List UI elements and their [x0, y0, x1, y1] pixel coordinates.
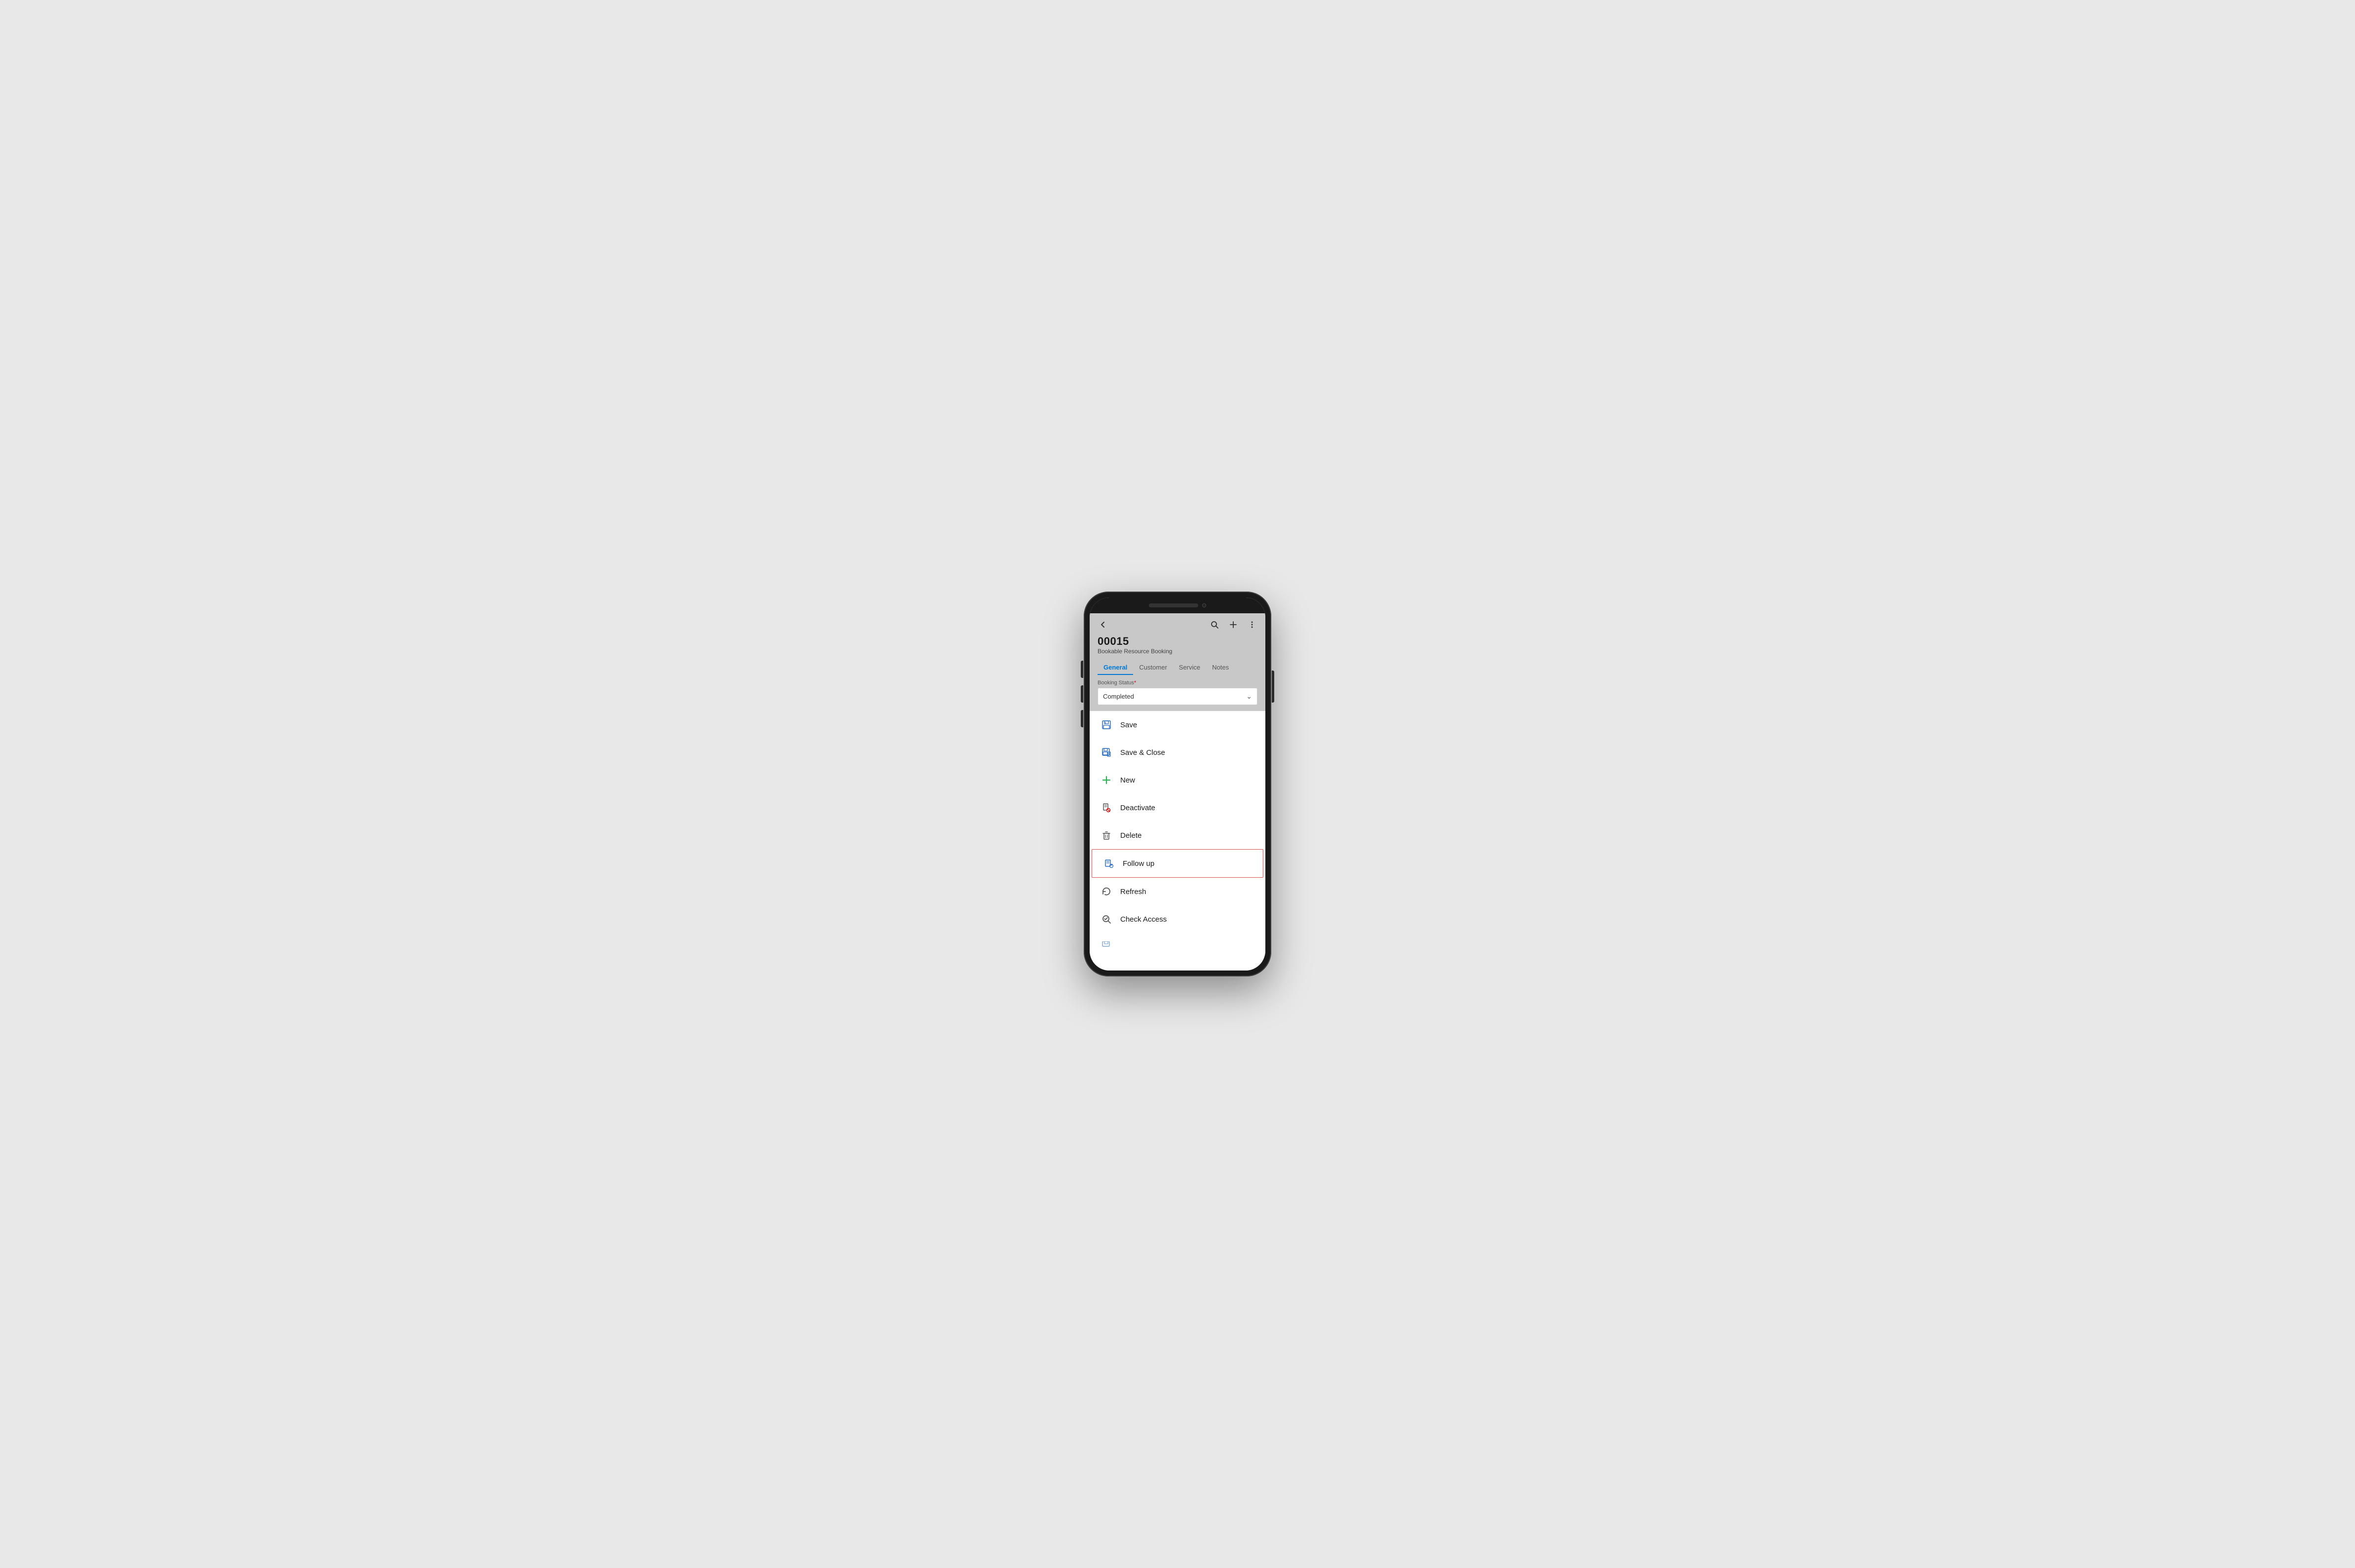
notch-bar — [1149, 603, 1198, 607]
tab-customer[interactable]: Customer — [1133, 660, 1173, 675]
booking-area: Booking Status* Completed ⌄ — [1090, 675, 1265, 711]
booking-status-value: Completed — [1103, 693, 1134, 700]
add-button[interactable] — [1228, 619, 1239, 630]
search-icon — [1210, 620, 1219, 629]
phone-device: 00015 Bookable Resource Booking General … — [1084, 592, 1271, 976]
refresh-label: Refresh — [1120, 888, 1146, 896]
more-icon — [1248, 620, 1256, 629]
back-button[interactable] — [1098, 619, 1108, 630]
save-icon — [1100, 718, 1113, 732]
notch-camera — [1202, 603, 1206, 607]
follow-up-icon — [1102, 857, 1116, 870]
tabs: General Customer Service Notes — [1098, 660, 1257, 675]
required-indicator: * — [1134, 680, 1136, 686]
refresh-icon — [1100, 885, 1113, 898]
phone-notch — [1090, 597, 1265, 613]
refresh-menu-item[interactable]: Refresh — [1090, 878, 1265, 905]
new-icon — [1100, 773, 1113, 787]
check-access-label: Check Access — [1120, 915, 1167, 924]
save-close-menu-item[interactable]: 1 Save & Close — [1090, 739, 1265, 766]
back-icon — [1099, 620, 1107, 629]
record-type: Bookable Resource Booking — [1098, 648, 1257, 655]
tab-service[interactable]: Service — [1173, 660, 1206, 675]
save-close-label: Save & Close — [1120, 748, 1165, 757]
plus-icon — [1229, 620, 1238, 629]
delete-icon — [1100, 828, 1113, 842]
svg-text:1: 1 — [1108, 753, 1110, 756]
deactivate-menu-item[interactable]: Deactivate — [1090, 794, 1265, 821]
save-label: Save — [1120, 721, 1137, 729]
app-content: 00015 Bookable Resource Booking General … — [1090, 613, 1265, 971]
menu-list: Save 1 Save & Close — [1090, 711, 1265, 971]
search-button[interactable] — [1209, 619, 1220, 630]
save-close-icon: 1 — [1100, 746, 1113, 759]
tab-notes[interactable]: Notes — [1206, 660, 1235, 675]
follow-up-label: Follow up — [1123, 859, 1154, 868]
phone-screen: 00015 Bookable Resource Booking General … — [1090, 597, 1265, 971]
check-access-icon — [1100, 912, 1113, 926]
partial-menu-item — [1090, 933, 1265, 955]
new-menu-item[interactable]: New — [1090, 766, 1265, 794]
booking-status-dropdown[interactable]: Completed ⌄ — [1098, 688, 1257, 705]
new-label: New — [1120, 776, 1135, 784]
partial-icon — [1100, 938, 1113, 952]
save-menu-item[interactable]: Save — [1090, 711, 1265, 739]
top-actions — [1098, 619, 1257, 630]
follow-up-menu-item[interactable]: Follow up — [1092, 849, 1263, 878]
delete-label: Delete — [1120, 831, 1141, 840]
booking-status-label: Booking Status* — [1098, 680, 1257, 686]
check-access-menu-item[interactable]: Check Access — [1090, 905, 1265, 933]
record-id: 00015 — [1098, 635, 1257, 648]
delete-menu-item[interactable]: Delete — [1090, 821, 1265, 849]
more-button[interactable] — [1247, 619, 1257, 630]
top-actions-right — [1209, 619, 1257, 630]
top-bar: 00015 Bookable Resource Booking General … — [1090, 613, 1265, 675]
deactivate-icon — [1100, 801, 1113, 815]
chevron-down-icon: ⌄ — [1246, 692, 1252, 701]
deactivate-label: Deactivate — [1120, 804, 1155, 812]
tab-general[interactable]: General — [1098, 660, 1133, 675]
